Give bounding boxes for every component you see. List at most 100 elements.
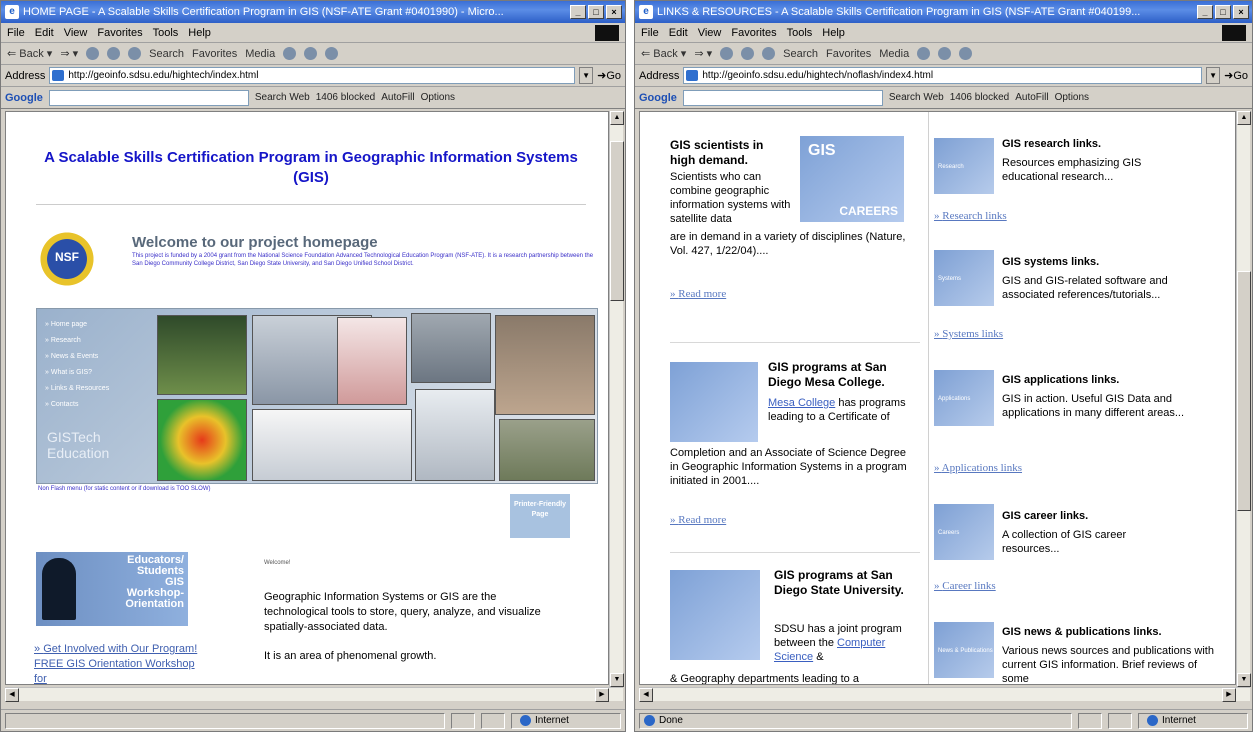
scroll-right-icon[interactable]: ▶ xyxy=(1222,688,1236,702)
options-button[interactable]: Options xyxy=(1055,92,1089,103)
systems-links-link[interactable]: » Systems links xyxy=(934,328,1003,340)
scroll-down-icon[interactable]: ▼ xyxy=(1237,673,1251,687)
get-involved-link[interactable]: » Get Involved with Our Program! FREE GI… xyxy=(34,642,202,684)
favorites-button[interactable]: Favorites xyxy=(826,48,871,60)
menu-tools[interactable]: Tools xyxy=(153,27,179,39)
mail-icon[interactable] xyxy=(304,47,318,60)
vertical-scrollbar[interactable]: ▲ ▼ xyxy=(1236,111,1251,687)
forward-button[interactable]: ⇒ ▾ xyxy=(60,47,78,60)
go-button[interactable]: ➜Go xyxy=(597,69,621,82)
educators-students-banner[interactable]: Educators/ Students GIS Workshop- Orient… xyxy=(36,552,188,626)
address-input[interactable]: http://geoinfo.sdsu.edu/hightech/noflash… xyxy=(683,67,1203,84)
banner-nav-contacts[interactable]: » Contacts xyxy=(45,397,109,413)
non-flash-link[interactable]: Non Flash menu (for static content or if… xyxy=(38,486,211,492)
menu-file[interactable]: File xyxy=(7,27,25,39)
news-publications-icon[interactable]: News & Publications xyxy=(934,622,994,678)
go-button[interactable]: ➜Go xyxy=(1224,69,1248,82)
banner-nav-links[interactable]: » Links & Resources xyxy=(45,381,109,397)
google-search-input[interactable] xyxy=(48,89,249,106)
options-button[interactable]: Options xyxy=(421,92,455,103)
banner-nav-whatis[interactable]: » What is GIS? xyxy=(45,365,109,381)
menu-favorites[interactable]: Favorites xyxy=(97,27,142,39)
menu-tools[interactable]: Tools xyxy=(787,27,813,39)
applications-icon[interactable]: Applications xyxy=(934,370,994,426)
google-logo[interactable]: Google xyxy=(5,92,43,104)
maximize-button[interactable]: □ xyxy=(588,5,604,19)
title-bar[interactable]: e LINKS & RESOURCES - A Scalable Skills … xyxy=(635,1,1252,23)
media-button[interactable]: Media xyxy=(245,48,275,60)
address-input[interactable]: http://geoinfo.sdsu.edu/hightech/index.h… xyxy=(49,67,576,84)
menu-view[interactable]: View xyxy=(698,27,722,39)
close-button[interactable]: × xyxy=(1233,5,1249,19)
menu-edit[interactable]: Edit xyxy=(35,27,54,39)
menu-help[interactable]: Help xyxy=(822,27,845,39)
printer-friendly-button[interactable]: Printer-Friendly Page xyxy=(510,494,570,538)
minimize-button[interactable]: _ xyxy=(570,5,586,19)
google-search-web-button[interactable]: Search Web xyxy=(255,92,310,103)
back-button[interactable]: ⇐ Back ▾ xyxy=(7,47,52,60)
stop-icon[interactable] xyxy=(86,47,100,60)
banner-nav-research[interactable]: » Research xyxy=(45,333,109,349)
applications-links-link[interactable]: » Applications links xyxy=(934,462,1022,474)
research-links-link[interactable]: » Research links xyxy=(934,210,1007,222)
menu-bar: File Edit View Favorites Tools Help xyxy=(1,23,625,43)
divider xyxy=(670,342,920,343)
home-icon[interactable] xyxy=(762,47,776,60)
address-dropdown-icon[interactable]: ▼ xyxy=(579,67,594,84)
banner-nav-home[interactable]: » Home page xyxy=(45,317,109,333)
menu-help[interactable]: Help xyxy=(188,27,211,39)
search-button[interactable]: Search xyxy=(783,48,818,60)
search-button[interactable]: Search xyxy=(149,48,184,60)
address-dropdown-icon[interactable]: ▼ xyxy=(1206,67,1221,84)
print-icon[interactable] xyxy=(325,47,339,60)
popup-blocked-count[interactable]: 1406 blocked xyxy=(950,92,1010,103)
minimize-button[interactable]: _ xyxy=(1197,5,1213,19)
scroll-right-icon[interactable]: ▶ xyxy=(595,688,609,702)
mesa-college-link[interactable]: Mesa College xyxy=(768,397,835,409)
scroll-left-icon[interactable]: ◀ xyxy=(639,688,653,702)
horizontal-scrollbar[interactable]: ◀ ▶ xyxy=(639,687,1250,702)
close-button[interactable]: × xyxy=(606,5,622,19)
maximize-button[interactable]: □ xyxy=(1215,5,1231,19)
refresh-icon[interactable] xyxy=(107,47,121,60)
banner-nav-news[interactable]: » News & Events xyxy=(45,349,109,365)
systems-icon[interactable]: Systems xyxy=(934,250,994,306)
title-bar[interactable]: e HOME PAGE - A Scalable Skills Certific… xyxy=(1,1,625,23)
stop-icon[interactable] xyxy=(720,47,734,60)
menu-view[interactable]: View xyxy=(64,27,88,39)
home-icon[interactable] xyxy=(128,47,142,60)
scroll-thumb[interactable] xyxy=(1237,271,1251,511)
mail-icon[interactable] xyxy=(938,47,952,60)
scroll-up-icon[interactable]: ▲ xyxy=(610,111,624,125)
menu-favorites[interactable]: Favorites xyxy=(731,27,776,39)
back-button[interactable]: ⇐ Back ▾ xyxy=(641,47,686,60)
read-more-link[interactable]: » Read more xyxy=(670,514,726,526)
history-icon[interactable] xyxy=(283,47,297,60)
media-button[interactable]: Media xyxy=(879,48,909,60)
favorites-button[interactable]: Favorites xyxy=(192,48,237,60)
menu-file[interactable]: File xyxy=(641,27,659,39)
google-search-input[interactable] xyxy=(682,89,883,106)
research-icon[interactable]: Research xyxy=(934,138,994,194)
horizontal-scrollbar[interactable]: ◀ ▶ xyxy=(5,687,623,702)
refresh-icon[interactable] xyxy=(741,47,755,60)
google-logo[interactable]: Google xyxy=(639,92,677,104)
careers-icon[interactable]: Careers xyxy=(934,504,994,560)
scroll-thumb[interactable] xyxy=(610,141,624,301)
flash-banner[interactable]: » Home page » Research » News & Events »… xyxy=(36,308,598,484)
popup-blocked-count[interactable]: 1406 blocked xyxy=(316,92,376,103)
print-icon[interactable] xyxy=(959,47,973,60)
forward-button[interactable]: ⇒ ▾ xyxy=(694,47,712,60)
career-links-link[interactable]: » Career links xyxy=(934,580,996,592)
autofill-button[interactable]: AutoFill xyxy=(381,92,414,103)
vertical-scrollbar[interactable]: ▲ ▼ xyxy=(609,111,624,687)
article-title: GIS scientists in high demand. xyxy=(670,138,764,167)
scroll-up-icon[interactable]: ▲ xyxy=(1237,111,1251,125)
menu-edit[interactable]: Edit xyxy=(669,27,688,39)
autofill-button[interactable]: AutoFill xyxy=(1015,92,1048,103)
scroll-down-icon[interactable]: ▼ xyxy=(610,673,624,687)
scroll-left-icon[interactable]: ◀ xyxy=(5,688,19,702)
history-icon[interactable] xyxy=(917,47,931,60)
read-more-link[interactable]: » Read more xyxy=(670,288,726,300)
google-search-web-button[interactable]: Search Web xyxy=(889,92,944,103)
